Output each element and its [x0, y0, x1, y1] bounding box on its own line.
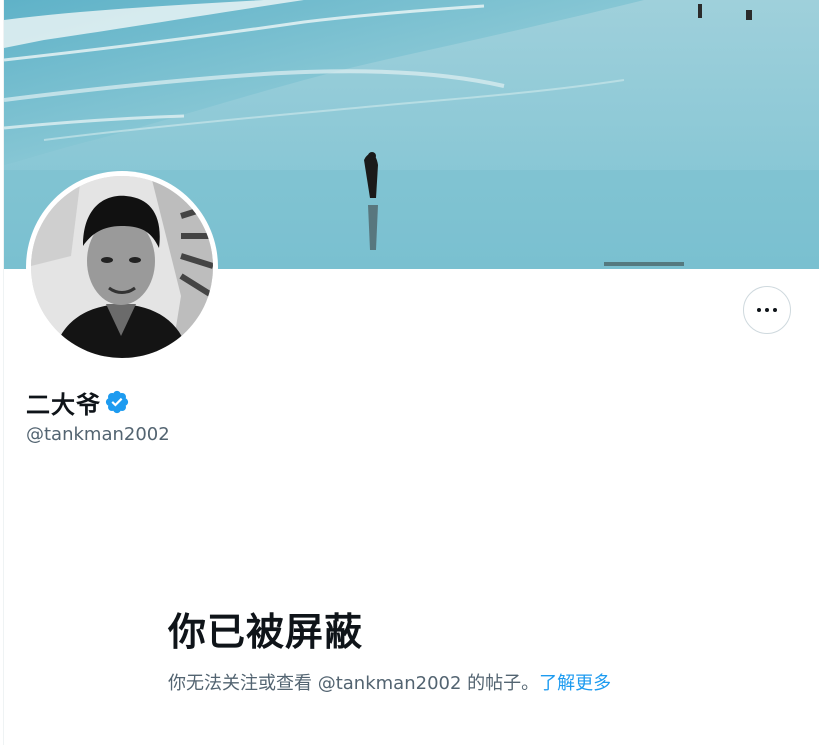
blocked-description: 你无法关注或查看 @tankman2002 的帖子。了解更多: [168, 670, 611, 698]
name-row: 二大爷: [26, 384, 130, 420]
avatar-photo: [31, 176, 213, 358]
more-horizontal-icon: [757, 308, 761, 312]
profile-handle: @tankman2002: [26, 424, 170, 445]
avatar-portrait-image: [31, 176, 213, 358]
verified-badge-icon[interactable]: [104, 389, 130, 415]
learn-more-link[interactable]: 了解更多: [539, 673, 611, 694]
profile-page: 二大爷 @tankman2002 你已被屏蔽 你无法关注或查看 @tankman…: [0, 0, 819, 745]
display-name: 二大爷: [26, 390, 101, 419]
blocked-title: 你已被屏蔽: [168, 610, 364, 654]
blocked-description-text: 你无法关注或查看 @tankman2002 的帖子。: [168, 673, 540, 694]
profile-avatar[interactable]: [26, 171, 218, 363]
more-options-button[interactable]: [743, 286, 791, 334]
